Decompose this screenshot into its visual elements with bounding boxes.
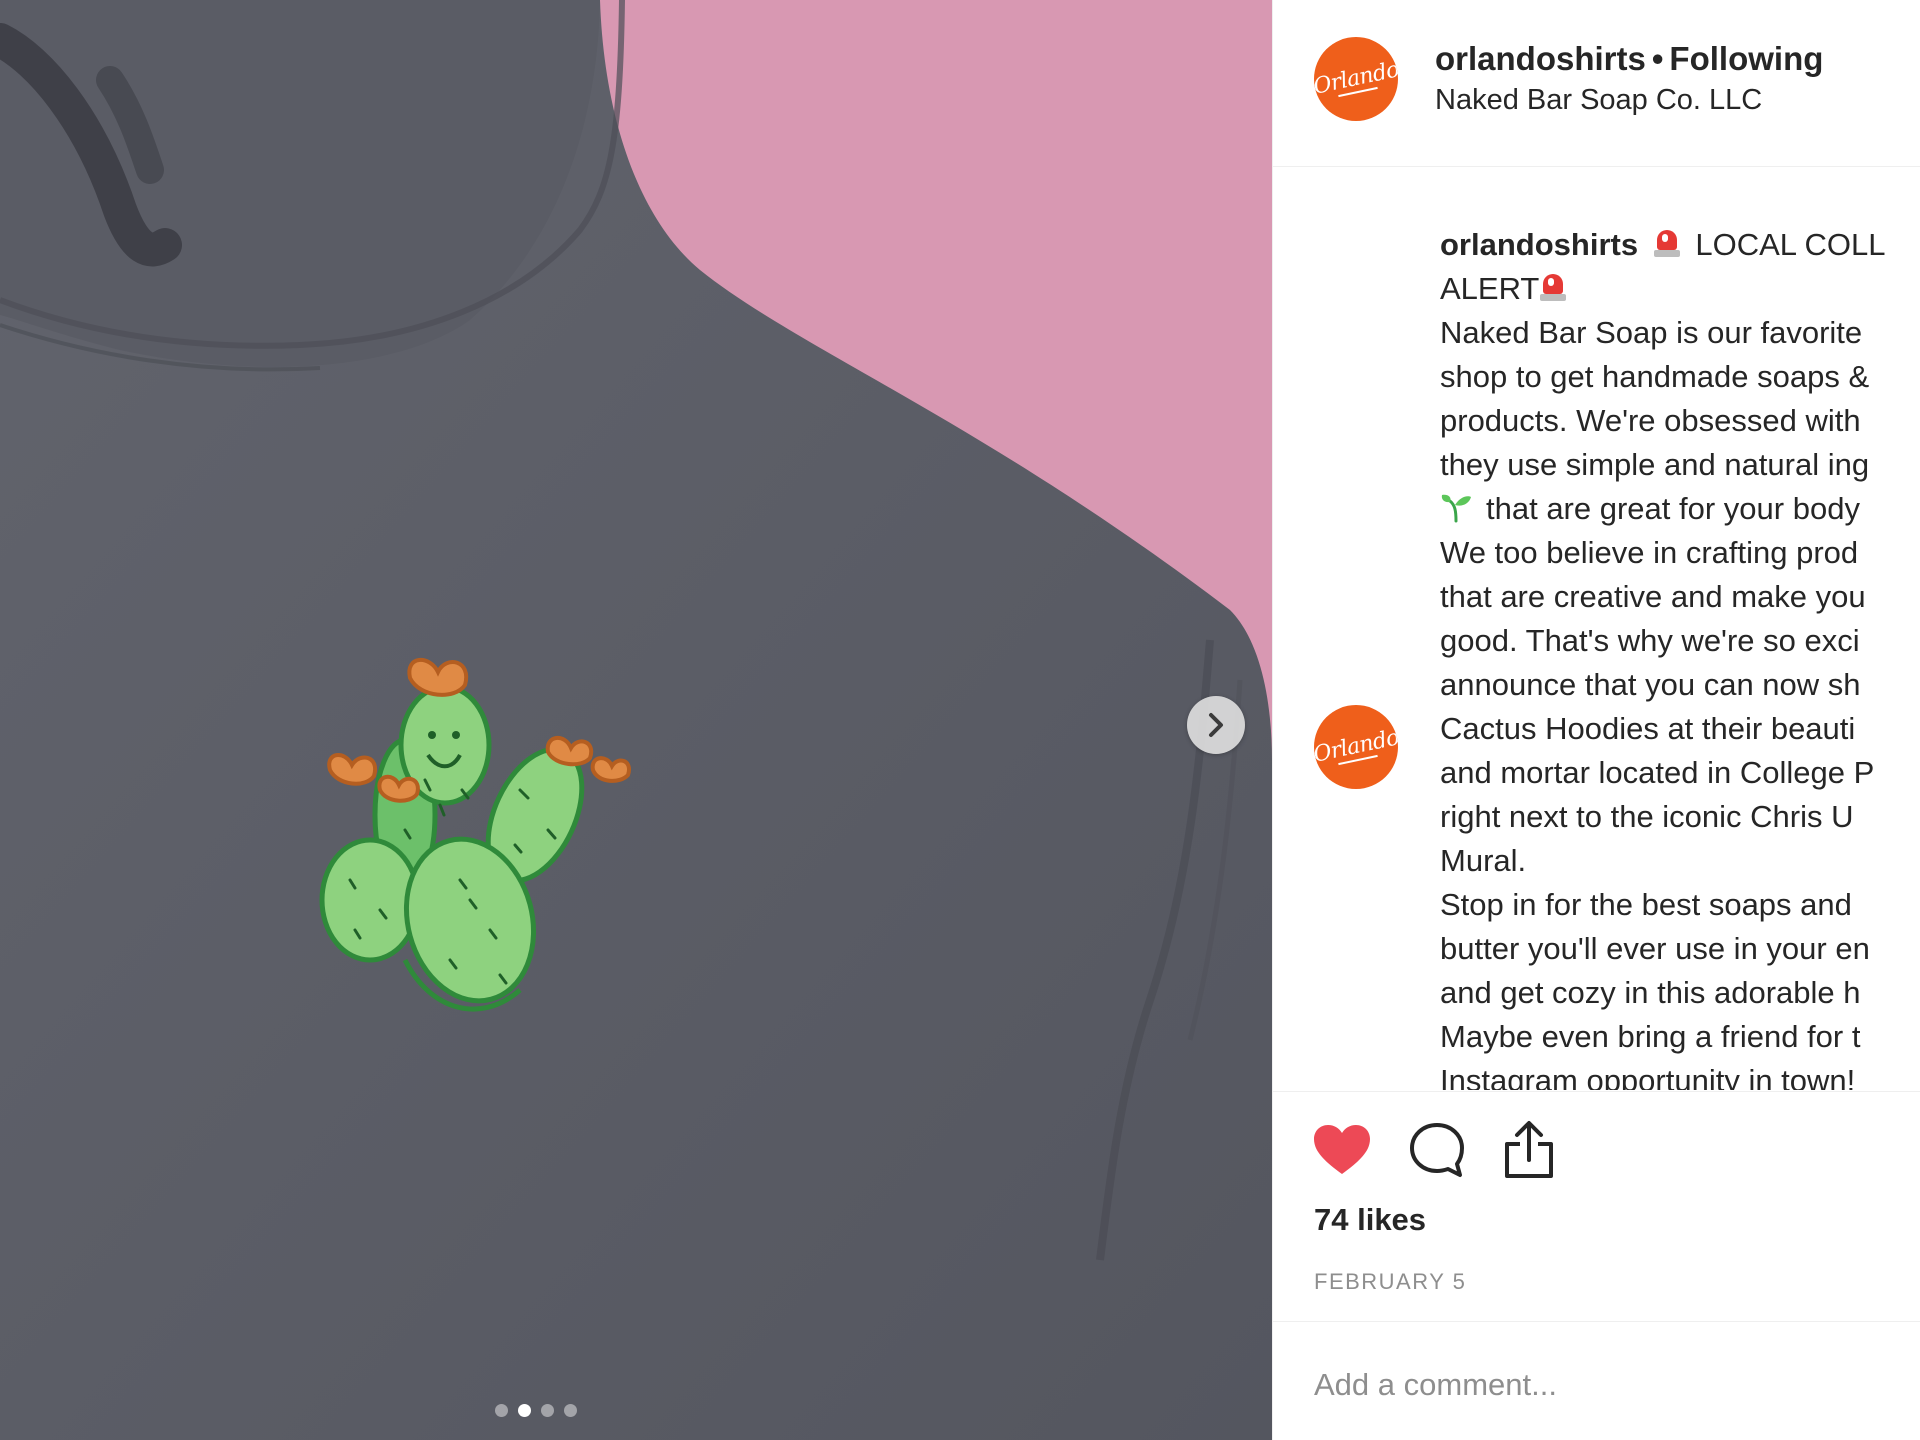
caption-line: and mortar located in College P [1440, 755, 1875, 790]
post-location[interactable]: Naked Bar Soap Co. LLC [1435, 84, 1762, 117]
separator-dot: • [1651, 40, 1664, 77]
caption-line: Instagram opportunity in town! [1440, 1063, 1856, 1090]
heart-icon[interactable] [1312, 1123, 1372, 1177]
caption-line: they use simple and natural ing [1440, 447, 1870, 482]
caption-username[interactable]: orlandoshirts [1440, 227, 1638, 262]
comment-input[interactable] [1314, 1360, 1874, 1410]
caption-line: butter you'll ever use in your en [1440, 931, 1870, 966]
rotating-light-icon [1653, 228, 1681, 258]
author-line: orlandoshirts • Following [1435, 40, 1823, 78]
caption-line: ALERT [1440, 267, 1920, 311]
caption-author-avatar[interactable]: Orlando [1314, 705, 1398, 789]
caption-line: Stop in for the best soaps and [1440, 887, 1852, 922]
comment-bar [1273, 1321, 1920, 1440]
caption-line: right next to the iconic Chris U [1440, 799, 1854, 834]
caption-line: Mural. [1440, 843, 1527, 878]
caption-line: orlandoshirts LOCAL COLL [1440, 223, 1920, 267]
like-count[interactable]: 74 likes [1314, 1202, 1426, 1238]
caption-line: shop to get handmade soaps & [1440, 359, 1870, 394]
author-username[interactable]: orlandoshirts [1435, 40, 1646, 77]
caption-text: that are great for your body [1486, 491, 1860, 526]
comment-icon[interactable] [1408, 1121, 1466, 1179]
carousel-dot-active[interactable] [518, 1404, 531, 1417]
share-icon[interactable] [1502, 1120, 1556, 1180]
rotating-light-icon [1539, 272, 1567, 302]
post-actions: 74 likes FEBRUARY 5 [1273, 1091, 1920, 1321]
post-date[interactable]: FEBRUARY 5 [1314, 1269, 1466, 1295]
caption-line: that are creative and make you [1440, 579, 1866, 614]
seedling-icon [1441, 494, 1471, 523]
caption-text: ALERT [1440, 271, 1540, 306]
chevron-right-icon [1209, 713, 1223, 737]
caption-line: Cactus Hoodies at their beauti [1440, 711, 1856, 746]
post-media [0, 0, 1272, 1440]
caption-text: LOCAL COLL [1695, 227, 1886, 262]
post-caption: orlandoshirts LOCAL COLL ALERT Naked Bar… [1440, 223, 1920, 1090]
comments-area[interactable]: Orlando orlandoshirts LOCAL COLL ALERT N… [1273, 168, 1920, 1090]
post-header: Orlando orlandoshirts • Following Naked Ba… [1273, 0, 1920, 167]
caption-line: that are great for your body [1440, 487, 1920, 531]
post-view: Orlando orlandoshirts • Following Naked Ba… [0, 0, 1920, 1440]
author-avatar[interactable]: Orlando [1314, 37, 1398, 121]
caption-line: products. We're obsessed with [1440, 403, 1861, 438]
caption-line: good. That's why we're so exci [1440, 623, 1860, 658]
caption-line: We too believe in crafting prod [1440, 535, 1859, 570]
carousel-dot[interactable] [564, 1404, 577, 1417]
post-photo [0, 0, 1272, 1440]
post-sidebar: Orlando orlandoshirts • Following Naked Ba… [1272, 0, 1920, 1440]
carousel-next-button[interactable] [1187, 696, 1245, 754]
action-bar [1312, 1120, 1556, 1180]
following-button[interactable]: Following [1669, 40, 1823, 77]
caption-line: Naked Bar Soap is our favorite [1440, 315, 1863, 350]
caption-line: Maybe even bring a friend for t [1440, 1019, 1861, 1054]
carousel-dot[interactable] [541, 1404, 554, 1417]
caption-line: announce that you can now sh [1440, 667, 1861, 702]
carousel-dot[interactable] [495, 1404, 508, 1417]
caption-line: and get cozy in this adorable h [1440, 975, 1861, 1010]
carousel-indicator [495, 1404, 577, 1417]
